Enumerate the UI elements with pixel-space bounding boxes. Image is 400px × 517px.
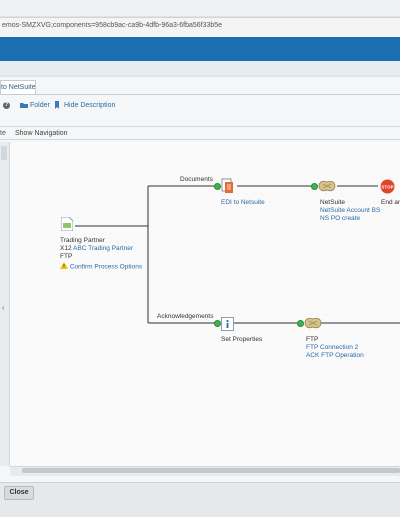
process-canvas[interactable]: [10, 142, 400, 466]
stop-icon-text: STOP: [381, 185, 393, 190]
connector-dot[interactable]: [214, 320, 221, 327]
description-icon: [54, 101, 62, 109]
start-title: Trading Partner: [60, 237, 105, 244]
ftp-operation-link[interactable]: ACK FTP Operation: [306, 352, 364, 360]
connector-dot[interactable]: [214, 183, 221, 190]
chevron-left-icon[interactable]: ‹: [2, 305, 4, 312]
subbar-bottom-divider: [0, 139, 400, 140]
confirm-process-options-link[interactable]: Confirm Process Options: [70, 264, 142, 271]
window-titlebar: [0, 0, 400, 16]
map-edi-to-netsuite-link[interactable]: EDI to Netsuite: [221, 199, 265, 207]
folder-button-label: Folder: [30, 101, 50, 109]
app-header: [0, 37, 400, 61]
folder-button[interactable]: Folder: [20, 101, 50, 113]
app-subheader: [0, 61, 400, 75]
subbar-divider: [0, 126, 400, 127]
folder-icon: [20, 101, 28, 109]
trading-partner-link[interactable]: ABC Trading Partner: [73, 245, 133, 252]
tab-divider: [0, 94, 400, 95]
navigation-gutter[interactable]: [0, 142, 10, 466]
address-bar[interactable]: emos-SMZXVG;components=958cb9ac-ca9b-4df…: [0, 17, 400, 38]
netsuite-title: NetSuite: [320, 199, 345, 206]
subbar-left-item[interactable]: te: [0, 130, 6, 137]
netsuite-operation-link[interactable]: NS PO create: [320, 215, 360, 223]
start-line1-prefix: X12: [60, 245, 72, 252]
address-bar-url[interactable]: emos-SMZXVG;components=958cb9ac-ca9b-4df…: [2, 22, 222, 29]
netsuite-account-link[interactable]: NetSuite Account BS: [320, 207, 380, 215]
branch-acknowledgements-label: Acknowledgements: [157, 313, 214, 320]
ftp-title: FTP: [306, 336, 319, 343]
horizontal-scrollbar-thumb[interactable]: [22, 468, 400, 473]
help-icon[interactable]: ?: [3, 102, 10, 109]
ftp-connection-link[interactable]: FTP Connection 2: [306, 344, 358, 352]
tab-process-label: to NetSuite: [1, 84, 35, 91]
hide-description-button[interactable]: Hide Description: [54, 101, 115, 113]
close-button[interactable]: Close: [4, 486, 34, 500]
end-label: End an: [381, 199, 400, 206]
connector-shape-icon[interactable]: [317, 179, 337, 195]
tab-process[interactable]: to NetSuite: [0, 80, 36, 95]
hide-description-label: Hide Description: [64, 101, 116, 109]
set-properties-icon[interactable]: [221, 317, 234, 333]
dialog-footer: [0, 482, 400, 517]
confirm-options-row[interactable]: Confirm Process Options: [60, 262, 142, 272]
warning-icon: [60, 262, 68, 272]
gutter-handle[interactable]: [1, 146, 7, 160]
start-line2: FTP: [60, 253, 73, 260]
set-properties-title: Set Properties: [221, 336, 263, 343]
start-shape-icon[interactable]: [60, 216, 74, 233]
ftp-connector-icon[interactable]: [303, 316, 323, 332]
branch-documents-label: Documents: [180, 176, 213, 183]
map-icon[interactable]: [221, 178, 235, 196]
show-navigation-button[interactable]: Show Navigation: [15, 130, 68, 137]
stop-icon[interactable]: STOP: [380, 179, 395, 196]
start-line1: X12 ABC Trading Partner: [60, 245, 133, 253]
